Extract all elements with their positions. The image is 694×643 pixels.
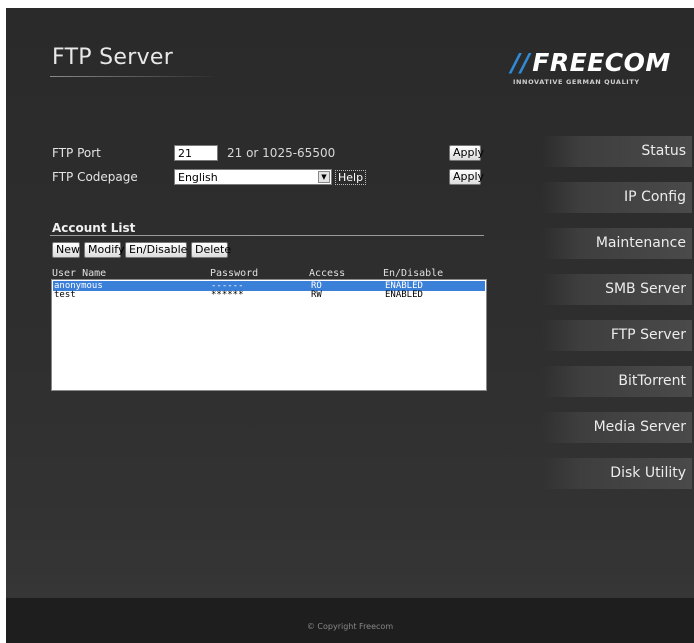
ftp-port-label: FTP Port: [52, 146, 101, 160]
account-list-title: Account List: [52, 221, 136, 235]
footer: © Copyright Freecom: [6, 598, 694, 643]
ftp-codepage-label: FTP Codepage: [52, 170, 138, 184]
nav-item-status[interactable]: Status: [542, 136, 692, 167]
freecom-logo: //FREECOM INNOVATIVE GERMAN QUALITY: [511, 50, 671, 87]
row-password: ******: [211, 290, 244, 300]
apply-codepage-button[interactable]: Apply: [449, 169, 484, 185]
ftp-port-hint: 21 or 1025-65500: [227, 146, 336, 160]
help-link[interactable]: Help: [335, 170, 367, 185]
column-header-password: Password: [210, 268, 259, 279]
column-header-username: User Name: [52, 268, 107, 279]
new-account-button[interactable]: New: [52, 242, 80, 258]
nav-label: FTP Server: [610, 327, 686, 343]
column-header-status: En/Disable: [383, 268, 444, 279]
account-list-divider: [50, 235, 484, 236]
ftp-port-input[interactable]: 21: [174, 145, 218, 161]
logo-wordmark: //FREECOM: [511, 50, 671, 76]
nav-label: SMB Server: [605, 281, 686, 297]
nav-item-disk-utility[interactable]: Disk Utility: [542, 458, 692, 489]
modify-account-button[interactable]: Modify: [84, 242, 124, 258]
codepage-value: English: [178, 171, 218, 184]
account-list[interactable]: anonymous ------ RO ENABLED test ****** …: [51, 279, 487, 391]
nav-item-media-server[interactable]: Media Server: [542, 412, 692, 443]
logo-text: FREECOM: [532, 48, 671, 77]
nav-label: Maintenance: [595, 235, 686, 251]
enable-disable-button[interactable]: En/Disable: [125, 242, 187, 258]
logo-tagline: INNOVATIVE GERMAN QUALITY: [513, 78, 640, 86]
nav-label: Media Server: [593, 419, 686, 435]
main-panel: FTP Server //FREECOM INNOVATIVE GERMAN Q…: [6, 8, 694, 643]
row-status: ENABLED: [385, 290, 423, 300]
nav-item-maintenance[interactable]: Maintenance: [542, 228, 692, 259]
table-row[interactable]: test ****** RW ENABLED: [53, 290, 485, 300]
dropdown-arrow-icon[interactable]: ▼: [318, 171, 330, 183]
page-title: FTP Server: [52, 45, 174, 70]
nav-item-ftp-server[interactable]: FTP Server: [542, 320, 692, 351]
apply-port-button[interactable]: Apply: [449, 145, 484, 161]
column-header-access: Access: [309, 268, 346, 279]
nav-label: Status: [641, 143, 686, 159]
row-username: test: [54, 290, 76, 300]
title-divider: [50, 76, 220, 77]
nav-item-smb-server[interactable]: SMB Server: [542, 274, 692, 305]
copyright-text: © Copyright Freecom: [306, 622, 394, 631]
delete-account-button[interactable]: Delete: [191, 242, 231, 258]
logo-slashes-icon: //: [511, 48, 531, 77]
nav-item-ip-config[interactable]: IP Config: [542, 182, 692, 213]
row-access: RW: [311, 290, 322, 300]
nav-label: IP Config: [624, 189, 686, 205]
codepage-select[interactable]: English ▼: [174, 169, 332, 185]
nav-label: Disk Utility: [610, 465, 686, 481]
nav-item-bittorrent[interactable]: BitTorrent: [542, 366, 692, 397]
nav-label: BitTorrent: [618, 373, 686, 389]
